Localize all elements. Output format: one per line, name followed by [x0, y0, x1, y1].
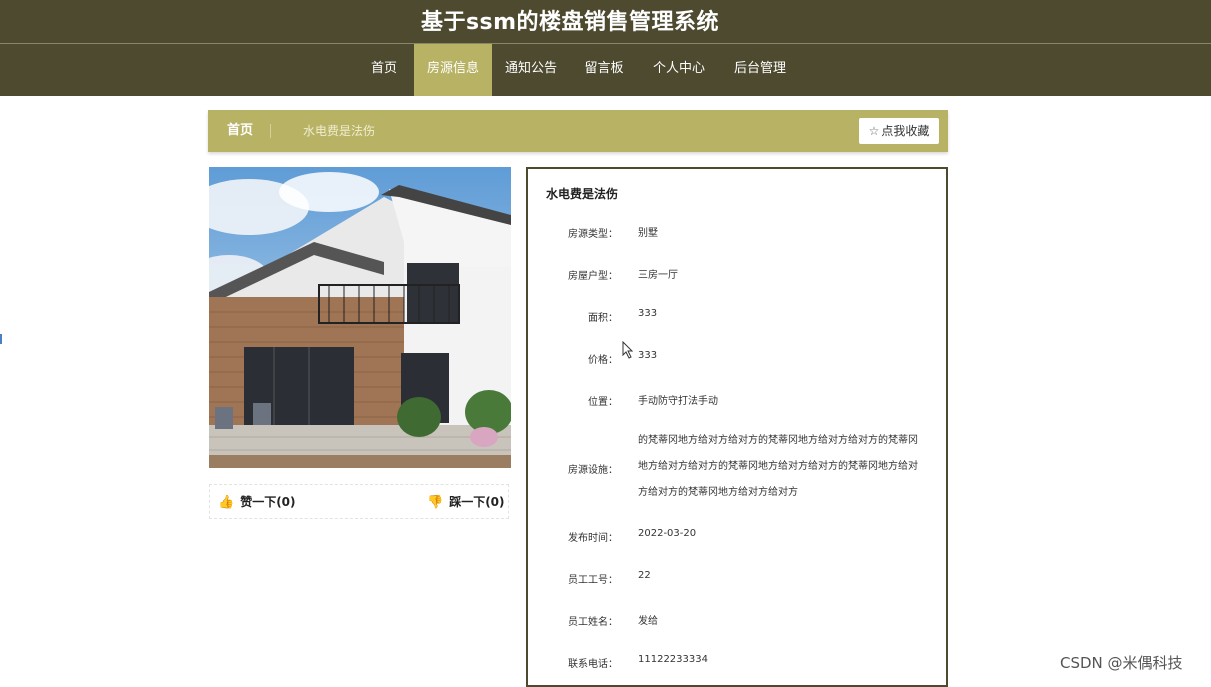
breadcrumb-current: 水电费是法伤 — [303, 124, 376, 138]
field-label-layout: 房屋户型： — [568, 271, 618, 282]
breadcrumb-separator — [270, 124, 271, 138]
like-button[interactable]: 👍 赞一下(0) — [218, 485, 296, 520]
field-label-employee-id: 员工工号： — [568, 575, 618, 586]
field-label-location: 位置： — [588, 397, 618, 408]
field-label-employee-name: 员工姓名： — [568, 617, 618, 628]
field-label-publish-date: 发布时间： — [568, 533, 618, 544]
watermark: CSDN @米偶科技 — [1060, 654, 1183, 672]
house-photo-image — [209, 167, 511, 468]
dislike-button[interactable]: 👎 踩一下(0) — [427, 485, 505, 520]
field-value-phone: 11122233334 — [638, 654, 708, 665]
top-header: 基于ssm的楼盘销售管理系统 首页 房源信息 通知公告 留言板 个人中心 后台管… — [0, 0, 1211, 96]
site-title: 基于ssm的楼盘销售管理系统 — [420, 10, 720, 35]
edge-marker — [0, 334, 2, 344]
nav-message-board[interactable]: 留言板 — [574, 44, 634, 96]
nav-personal-center[interactable]: 个人中心 — [642, 44, 716, 96]
field-value-location: 手动防守打法手动 — [638, 396, 718, 407]
field-value-employee-id: 22 — [638, 570, 651, 581]
nav-house-info[interactable]: 房源信息 — [414, 44, 492, 96]
field-value-publish-date: 2022-03-20 — [638, 528, 697, 539]
field-label-area: 面积： — [588, 313, 618, 324]
house-detail-panel: 水电费是法伤 房源类型： 别墅 房屋户型： 三房一厅 面积： 333 价格： 3… — [526, 167, 948, 687]
field-label-type: 房源类型： — [568, 229, 618, 240]
like-label: 赞一下(0) — [240, 495, 296, 509]
thumbs-down-icon: 👎 — [427, 495, 444, 510]
favorite-button[interactable]: ☆ 点我收藏 — [859, 118, 939, 144]
field-value-area: 333 — [638, 308, 658, 319]
nav-home[interactable]: 首页 — [358, 44, 410, 96]
field-label-phone: 联系电话： — [568, 659, 618, 670]
nav-admin[interactable]: 后台管理 — [722, 44, 798, 96]
detail-title: 水电费是法伤 — [546, 187, 619, 201]
favorite-button-label: 点我收藏 — [881, 124, 930, 138]
breadcrumb: 首页 水电费是法伤 ☆ 点我收藏 — [208, 110, 948, 152]
field-value-price: 333 — [638, 350, 658, 361]
star-outline-icon: ☆ — [868, 124, 880, 138]
thumbs-up-icon: 👍 — [218, 495, 235, 510]
field-label-facilities: 房源设施： — [568, 465, 618, 476]
house-photo — [209, 167, 511, 468]
main-nav: 首页 房源信息 通知公告 留言板 个人中心 后台管理 — [0, 44, 1211, 96]
vote-box: 👍 赞一下(0) 👎 踩一下(0) — [209, 484, 509, 519]
breadcrumb-home-link[interactable]: 首页 — [227, 110, 253, 152]
field-value-type: 别墅 — [638, 228, 658, 239]
dislike-label: 踩一下(0) — [449, 495, 505, 509]
field-value-facilities: 的梵蒂冈地方给对方给对方的梵蒂冈地方给对方给对方的梵蒂冈地方给对方给对方的梵蒂冈… — [638, 435, 918, 498]
mouse-cursor-icon — [622, 341, 634, 359]
field-value-employee-name: 发给 — [638, 616, 658, 627]
field-label-price: 价格： — [588, 355, 618, 366]
nav-notices[interactable]: 通知公告 — [496, 44, 566, 96]
field-value-layout: 三房一厅 — [638, 270, 678, 281]
